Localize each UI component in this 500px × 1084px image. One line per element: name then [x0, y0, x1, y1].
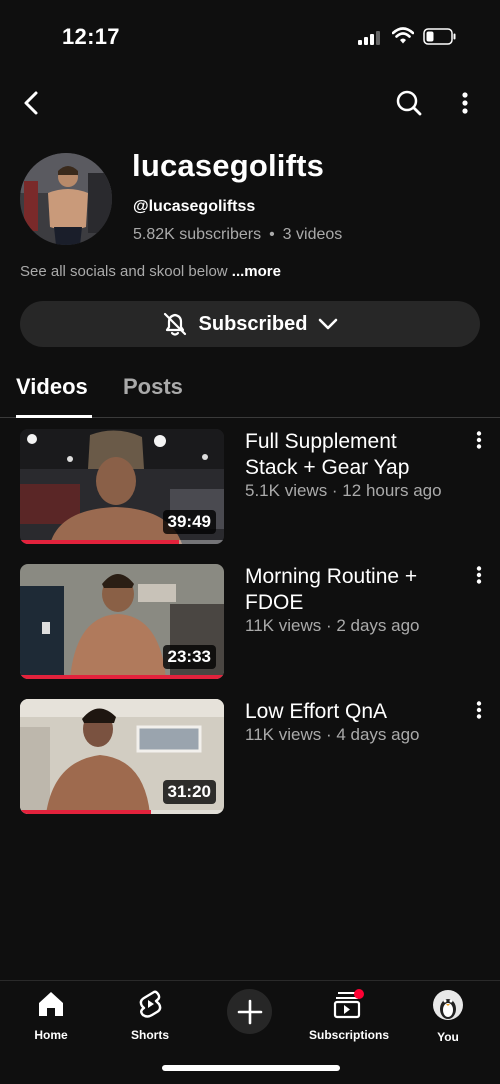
- nav-you[interactable]: You: [408, 989, 488, 1044]
- vertical-dots-icon: [476, 431, 482, 449]
- nav-label: Home: [34, 1028, 68, 1042]
- video-duration: 31:20: [162, 780, 216, 804]
- nav-subscriptions[interactable]: Subscriptions: [309, 989, 389, 1042]
- video-more-button[interactable]: [468, 701, 490, 723]
- video-title[interactable]: Low Effort QnA: [245, 699, 450, 725]
- tab-videos[interactable]: Videos: [16, 374, 88, 400]
- description-text: See all socials and skool below: [20, 263, 232, 280]
- meta-separator: •: [269, 226, 275, 243]
- subscribed-button[interactable]: Subscribed: [20, 301, 480, 347]
- video-meta: 11K views · 4 days ago: [245, 725, 420, 744]
- more-options-button[interactable]: [448, 86, 482, 120]
- video-meta: 11K views · 2 days ago: [245, 616, 420, 635]
- watch-progress-bar: [20, 675, 224, 679]
- channel-tabs: Videos Posts: [0, 362, 500, 418]
- channel-description[interactable]: See all socials and skool below ...more: [20, 263, 281, 280]
- vertical-dots-icon: [476, 701, 482, 719]
- battery-icon: [423, 28, 457, 45]
- nav-label: Subscriptions: [309, 1028, 390, 1042]
- channel-handle: @lucasegoliftss: [133, 198, 256, 215]
- home-indicator[interactable]: [162, 1065, 340, 1071]
- video-thumbnail[interactable]: 23:33: [20, 564, 224, 679]
- status-time: 12:17: [62, 24, 120, 49]
- top-nav: [0, 80, 500, 126]
- video-thumbnail[interactable]: 39:49: [20, 429, 224, 544]
- video-item[interactable]: 39:49 Full Supplement Stack + Gear Yap 5…: [0, 429, 500, 547]
- nav-shorts[interactable]: Shorts: [110, 989, 190, 1042]
- active-tab-indicator: [16, 415, 92, 418]
- chevron-down-icon: [319, 318, 338, 330]
- video-item[interactable]: 31:20 Low Effort QnA 11K views · 4 days …: [0, 699, 500, 817]
- status-bar: 12:17: [0, 0, 500, 70]
- video-title[interactable]: Full Supplement Stack + Gear Yap: [245, 429, 450, 481]
- vertical-dots-icon: [476, 566, 482, 584]
- channel-name: lucasegolifts: [132, 148, 325, 183]
- watch-progress-bar: [20, 810, 151, 814]
- video-more-button[interactable]: [468, 431, 490, 453]
- channel-avatar[interactable]: [20, 153, 112, 245]
- video-more-button[interactable]: [468, 566, 490, 588]
- subscribed-label: Subscribed: [198, 312, 308, 335]
- video-meta: 5.1K views · 12 hours ago: [245, 481, 442, 500]
- back-button[interactable]: [14, 86, 48, 120]
- more-link[interactable]: ...more: [232, 263, 281, 280]
- shorts-icon: [139, 990, 162, 1018]
- video-item[interactable]: 23:33 Morning Routine + FDOE 11K views ·…: [0, 564, 500, 682]
- nav-home[interactable]: Home: [11, 989, 91, 1042]
- cellular-signal-icon: [358, 31, 382, 45]
- tab-posts[interactable]: Posts: [123, 374, 183, 400]
- bell-off-icon: [163, 312, 186, 336]
- video-title[interactable]: Morning Routine + FDOE: [245, 564, 450, 616]
- subscriber-count: 5.82K subscribers: [133, 226, 262, 243]
- watch-progress-bar: [20, 540, 180, 544]
- vertical-dots-icon: [462, 92, 468, 114]
- plus-icon: [237, 999, 262, 1024]
- nav-label: Shorts: [130, 1028, 169, 1042]
- nav-label: You: [437, 1030, 459, 1044]
- avatar-icon: [433, 990, 463, 1020]
- video-duration: 23:33: [162, 645, 216, 669]
- subscriptions-icon: [333, 989, 364, 1019]
- video-thumbnail[interactable]: 31:20: [20, 699, 224, 814]
- channel-meta: 5.82K subscribers • 3 videos: [133, 226, 342, 244]
- home-icon: [39, 992, 63, 1016]
- wifi-icon: [391, 26, 415, 46]
- video-duration: 39:49: [162, 510, 216, 534]
- video-count: 3 videos: [282, 226, 343, 243]
- back-arrow-icon: [24, 91, 38, 115]
- create-button[interactable]: [227, 989, 272, 1034]
- search-icon: [396, 90, 422, 116]
- search-button[interactable]: [392, 86, 426, 120]
